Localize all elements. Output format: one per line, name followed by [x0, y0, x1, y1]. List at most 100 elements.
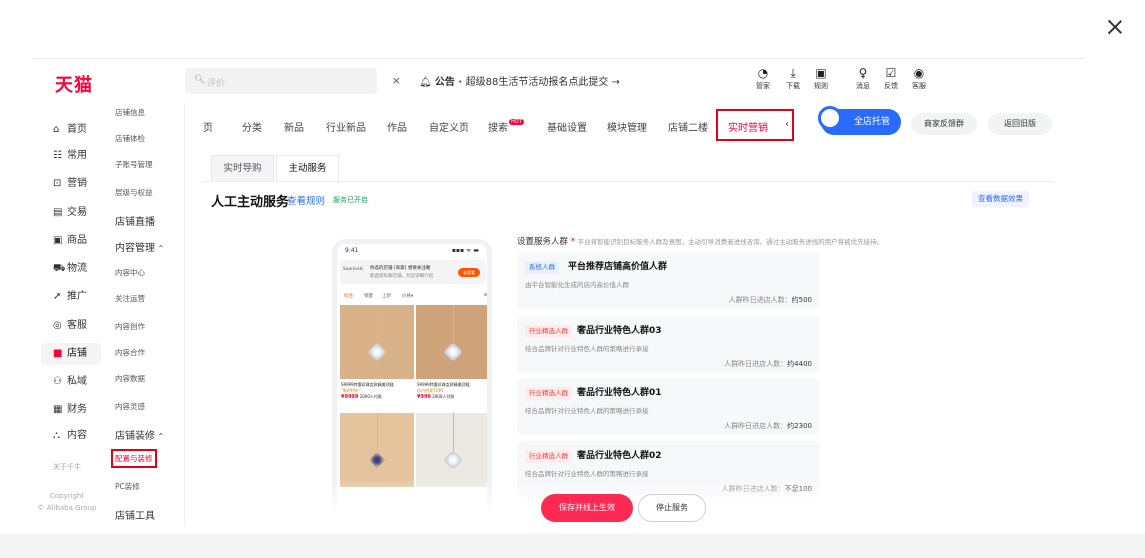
sub-menu-item[interactable]: 层级与权益 — [115, 187, 153, 198]
sidebar-item-content[interactable]: ⛬ 内容 — [41, 425, 101, 447]
crowd-card[interactable]: 行业精选人群 奢品行业特色人群03 结合品牌针对行业特色人群的策略进行承接 人群昨日进… — [517, 316, 820, 373]
crowd-name: 奢品行业特色人群03 — [577, 326, 662, 336]
clear-icon[interactable]: × — [392, 74, 401, 87]
sidebar-item-logistics[interactable]: ⛟物流 — [41, 258, 101, 280]
merchant-feedback-button[interactable]: 商家反馈群 — [911, 113, 977, 135]
sub-menu-item[interactable]: 子账号管理 — [115, 159, 153, 170]
search-box[interactable]: 🔍︎ 评价 × — [185, 68, 401, 94]
guanjia-button[interactable]: ◔ 管家 — [751, 65, 775, 91]
sidebar-sub: 店铺信息店铺体检子账号管理层级与权益店铺直播内容管理 ⌃ 内容中心关注运营内容创作… — [101, 103, 185, 526]
view-data-button[interactable]: 查看数据效果 — [972, 191, 1029, 207]
guanjia-label: 管家 — [756, 82, 770, 90]
product-price: ¥9999 — [341, 394, 359, 400]
phone-time: 9:41 — [345, 247, 359, 254]
message-button[interactable]: ♀ 消息 — [851, 65, 875, 91]
sidebar-item-finance[interactable]: ▦ 财务 — [41, 399, 101, 421]
sidebar-item-marketing[interactable]: ⊡ 营销 — [41, 173, 101, 195]
sidebar-item-service[interactable]: ◎ 客服 — [41, 315, 101, 337]
sub-menu-item[interactable]: 店铺直播 — [115, 213, 155, 228]
modal-frame: 天猫 🔍︎ 评价 × 🔔︎ 公告 · 超级88生活节活动报名点此提交 → ◔ 管家… — [0, 0, 1145, 558]
tab-realtime-guide[interactable]: 实时导购 — [211, 155, 274, 181]
announcement-prefix: 公告 · — [434, 77, 466, 88]
product-image — [340, 413, 414, 487]
sub-menu-item[interactable]: 内容中心 — [115, 267, 145, 278]
shop-icon: ■ — [53, 348, 63, 359]
common-icon: ☷ — [53, 150, 62, 161]
service-icon: ◎ — [53, 320, 62, 331]
sub-menu-label: PC装修 — [115, 482, 140, 491]
crowd-card[interactable]: 行业精选人群 奢品行业特色人群01 结合品牌针对行业特色人群的策略进行承接 人群昨日进… — [517, 378, 820, 435]
sub-menu-item[interactable]: 店铺工具 — [115, 507, 155, 522]
product-image — [416, 305, 487, 379]
tab-item[interactable]: 页 — [203, 119, 213, 134]
sidebar-item-promote[interactable]: ➚ 推广 — [41, 286, 101, 308]
crowd-heading-text: 设置服务人群 — [517, 237, 569, 247]
save-and-publish-button[interactable]: 保存并线上生效 — [541, 494, 633, 522]
download-label: 下载 — [786, 82, 800, 90]
announcement[interactable]: 🔔︎ 公告 · 超级88生活节活动报名点此提交 → — [419, 73, 620, 88]
download-button[interactable]: ⤓ 下载 — [781, 65, 805, 91]
crowd-count: 人群昨日进店人数：约500 — [728, 296, 812, 304]
close-icon[interactable] — [1106, 18, 1124, 36]
sub-menu-item[interactable]: 内容管理 ⌃ — [115, 239, 164, 254]
sub-menu-item[interactable]: PC装修 — [115, 481, 140, 492]
sub-menu-item[interactable]: 内容合作 — [115, 347, 145, 358]
view-rules-link[interactable]: 查看规则 — [287, 193, 325, 207]
product-sold: 2000人付款 — [432, 394, 455, 399]
stop-service-button[interactable]: 停止服务 — [638, 494, 706, 522]
sidebar-item-label: 客服 — [67, 320, 87, 331]
follow-message-card: Swarovski 你选的店铺 [商家] 想要关注喔 能直接私聊店铺，为您详细介… — [340, 260, 486, 284]
tab-item[interactable]: 搜索HOT — [488, 119, 524, 134]
sub-menu-item[interactable]: 店铺装修 ⌃ — [115, 427, 164, 442]
sub-menu-item[interactable]: 内容数据 — [115, 373, 145, 384]
sub-menu-item[interactable]: 内容创作 — [115, 321, 145, 332]
private-icon: ⚇ — [53, 376, 62, 387]
tab-item[interactable]: 模块管理 — [607, 119, 647, 134]
back-to-old-button[interactable]: 返回旧版 — [988, 113, 1052, 135]
download-icon: ⤓ — [790, 66, 796, 80]
sidebar-item-goods[interactable]: ▣ 商品 — [41, 230, 101, 252]
sidebar-item-common[interactable]: ☷ 常用 — [41, 145, 101, 167]
sidebar-item-trade[interactable]: ▤ 交易 — [41, 202, 101, 224]
required-mark: * — [570, 237, 575, 247]
sidebar-item-shop[interactable]: ■ 店铺 — [41, 343, 101, 365]
sidebar-item-label: 内容 — [67, 430, 87, 441]
sub-menu-label: 店铺体检 — [115, 134, 145, 143]
tab-item[interactable]: 店铺二楼 — [668, 119, 708, 134]
search-input[interactable]: 评价 — [207, 76, 225, 89]
bell-icon: 🔔︎ — [419, 77, 432, 88]
guard-button[interactable]: ◉ 客服 — [907, 65, 931, 91]
brand-avatar: Swarovski — [343, 266, 364, 271]
divider — [203, 181, 1053, 182]
sub-menu-item[interactable]: 内容灵感 — [115, 401, 145, 412]
sort-option: 销量 — [364, 294, 373, 299]
sub-menu-item[interactable]: 关注运营 — [115, 293, 145, 304]
tab-active-service[interactable]: 主动服务 — [276, 155, 339, 181]
bottom-fade — [185, 479, 1084, 526]
tab-item[interactable]: 自定义页 — [429, 119, 469, 134]
feedback-icon: ☑ — [885, 66, 897, 80]
crowd-tag: 系统人群 — [525, 261, 559, 274]
sub-menu-label: 配置与装修 — [115, 454, 153, 463]
sub-menu-item[interactable]: 店铺信息 — [115, 107, 145, 118]
search-icon: 🔍︎ — [194, 75, 206, 85]
rules-button[interactable]: ▣ 规则 — [809, 65, 833, 91]
crowd-card[interactable]: 系统人群 平台推荐店铺高价值人群 由平台智能化生成的店内高价值人群 人群昨日进店人数：… — [517, 252, 820, 309]
sidebar-item-home[interactable]: ⌂ 首页 — [41, 119, 101, 141]
tab-item[interactable]: 分类 — [242, 119, 262, 134]
tab-item[interactable]: 作品 — [387, 119, 407, 134]
full-store-hosting-button[interactable]: 全店托管 — [818, 106, 901, 135]
sub-menu-item[interactable]: 店铺体检 — [115, 133, 145, 144]
tab-item[interactable]: 行业新品 — [326, 119, 366, 134]
marketing-icon: ⊡ — [53, 178, 62, 189]
sub-menu-label: 内容管理 — [115, 243, 155, 254]
crowd-name: 奢品行业特色人群01 — [577, 388, 662, 398]
hosting-icon — [818, 106, 842, 130]
feedback-button[interactable]: ☑ 反馈 — [879, 65, 903, 91]
sidebar-item-private[interactable]: ⚇ 私域 — [41, 371, 101, 393]
about-link[interactable]: 关于千牛 — [33, 462, 101, 472]
tab-item[interactable]: 基础设置 — [547, 119, 587, 134]
sidebar-item-label: 首页 — [67, 124, 87, 135]
sub-menu-item[interactable]: 配置与装修 — [111, 449, 157, 468]
tab-item[interactable]: 新品 — [284, 119, 304, 134]
